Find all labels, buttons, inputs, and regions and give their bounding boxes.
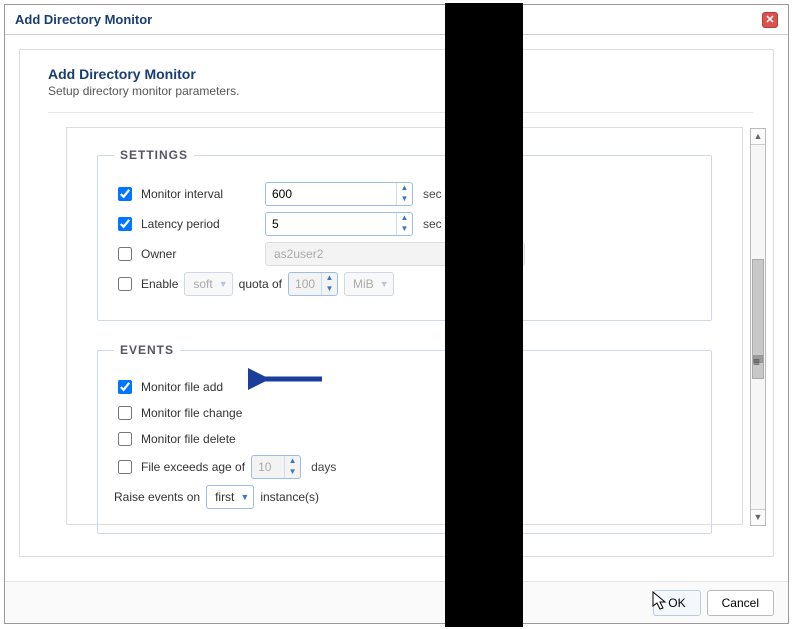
quota-value-input[interactable]: ▲▼ <box>288 272 338 296</box>
chevron-up-icon[interactable]: ▲ <box>397 213 412 224</box>
file-delete-row: Monitor file delete <box>114 429 695 449</box>
panel-subtitle: Setup directory monitor parameters. <box>48 84 753 98</box>
file-age-unit: days <box>307 460 336 474</box>
latency-period-field[interactable] <box>266 213 396 235</box>
enable-quota-row: Enable soft ▼ quota of ▲▼ MiB ▼ <box>114 272 695 296</box>
close-icon[interactable]: ✕ <box>762 12 778 28</box>
raise-events-label: Raise events on <box>114 490 200 504</box>
file-change-label: Monitor file change <box>141 406 242 420</box>
owner-row: Owner as2user2 <box>114 242 695 266</box>
cancel-button[interactable]: Cancel <box>707 590 774 616</box>
monitor-interval-row: Monitor interval ▲▼ sec <box>114 182 695 206</box>
dialog-body: Add Directory Monitor Setup directory mo… <box>5 35 788 571</box>
arrow-annotation-icon <box>248 367 328 391</box>
settings-fieldset: SETTINGS Monitor interval ▲▼ sec Latency… <box>97 148 712 321</box>
chevron-up-icon[interactable]: ▲ <box>322 273 337 284</box>
dialog-window: Add Directory Monitor ✕ Add Directory Mo… <box>4 4 789 624</box>
chevron-down-icon: ▼ <box>380 279 389 289</box>
latency-period-spinner[interactable]: ▲▼ <box>396 213 412 235</box>
latency-period-label: Latency period <box>141 217 259 231</box>
dialog-footer: OK Cancel <box>5 581 788 623</box>
dialog-title: Add Directory Monitor <box>15 12 152 27</box>
settings-legend: SETTINGS <box>114 148 194 162</box>
ok-button[interactable]: OK <box>653 590 700 616</box>
chevron-up-icon[interactable]: ▲ <box>285 456 300 467</box>
owner-value: as2user2 <box>274 247 323 261</box>
quota-of-label: quota of <box>239 277 282 291</box>
file-age-label: File exceeds age of <box>141 460 245 474</box>
vertical-scrollbar[interactable]: ▲ ≡ ▼ <box>750 128 766 526</box>
monitor-interval-unit: sec <box>419 187 442 201</box>
monitor-interval-field[interactable] <box>266 183 396 205</box>
file-delete-checkbox[interactable] <box>118 432 132 446</box>
latency-period-unit: sec <box>419 217 442 231</box>
content-panel: Add Directory Monitor Setup directory mo… <box>19 49 774 557</box>
enable-checkbox[interactable] <box>118 277 132 291</box>
raise-events-row: Raise events on first ▼ instance(s) <box>114 485 695 509</box>
enable-label: Enable <box>141 277 178 291</box>
quota-mode-value: soft <box>193 277 212 291</box>
owner-field[interactable]: as2user2 <box>265 242 525 266</box>
chevron-down-icon: ▼ <box>219 279 228 289</box>
chevron-down-icon[interactable]: ▼ <box>397 194 412 205</box>
dialog-header: Add Directory Monitor ✕ <box>5 5 788 35</box>
file-age-field[interactable] <box>252 456 284 478</box>
scroll-up-icon[interactable]: ▲ <box>751 129 765 145</box>
quota-unit-select[interactable]: MiB ▼ <box>344 272 394 296</box>
file-add-label: Monitor file add <box>141 380 223 394</box>
owner-checkbox[interactable] <box>118 247 132 261</box>
events-legend: EVENTS <box>114 343 180 357</box>
raise-events-value: first <box>215 490 234 504</box>
quota-mode-select[interactable]: soft ▼ <box>184 272 232 296</box>
events-fieldset: EVENTS Monitor file add Monitor file cha… <box>97 343 712 534</box>
quota-unit-value: MiB <box>353 277 374 291</box>
latency-period-row: Latency period ▲▼ sec <box>114 212 695 236</box>
chevron-up-icon[interactable]: ▲ <box>397 183 412 194</box>
scroll-area: SETTINGS Monitor interval ▲▼ sec Latency… <box>66 127 743 525</box>
file-age-checkbox[interactable] <box>118 460 132 474</box>
file-age-input[interactable]: ▲▼ <box>251 455 301 479</box>
monitor-interval-spinner[interactable]: ▲▼ <box>396 183 412 205</box>
chevron-down-icon[interactable]: ▼ <box>322 284 337 295</box>
divider <box>48 112 753 113</box>
quota-spinner[interactable]: ▲▼ <box>321 273 337 295</box>
latency-period-checkbox[interactable] <box>118 217 132 231</box>
file-add-row: Monitor file add <box>114 377 695 397</box>
owner-label: Owner <box>141 247 259 261</box>
file-change-checkbox[interactable] <box>118 406 132 420</box>
file-delete-label: Monitor file delete <box>141 432 236 446</box>
raise-events-suffix: instance(s) <box>260 490 319 504</box>
chevron-down-icon: ▼ <box>240 492 249 502</box>
chevron-down-icon[interactable]: ▼ <box>285 467 300 478</box>
raise-events-select[interactable]: first ▼ <box>206 485 254 509</box>
chevron-down-icon[interactable]: ▼ <box>397 224 412 235</box>
monitor-interval-input[interactable]: ▲▼ <box>265 182 413 206</box>
file-add-checkbox[interactable] <box>118 380 132 394</box>
monitor-interval-checkbox[interactable] <box>118 187 132 201</box>
file-age-spinner[interactable]: ▲▼ <box>284 456 300 478</box>
quota-value-field[interactable] <box>289 273 321 295</box>
scroll-marker: ≡ <box>753 355 763 363</box>
scroll-down-icon[interactable]: ▼ <box>751 509 765 525</box>
file-change-row: Monitor file change <box>114 403 695 423</box>
monitor-interval-label: Monitor interval <box>141 187 259 201</box>
latency-period-input[interactable]: ▲▼ <box>265 212 413 236</box>
panel-title: Add Directory Monitor <box>48 66 753 82</box>
file-age-row: File exceeds age of ▲▼ days <box>114 455 695 479</box>
